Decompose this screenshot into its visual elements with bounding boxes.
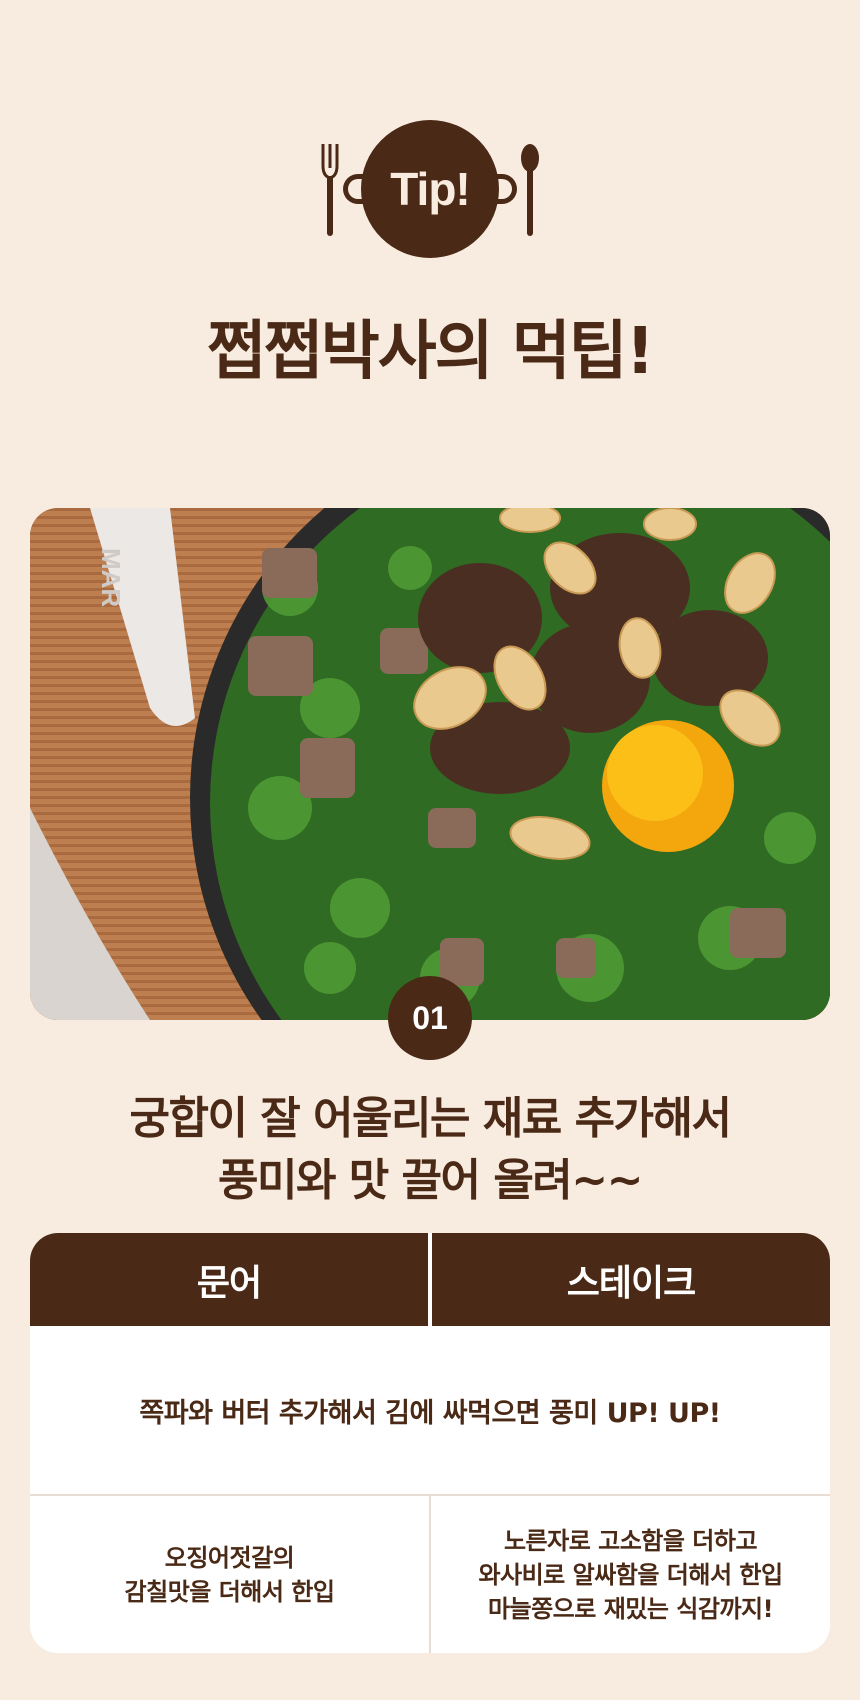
tip-subtitle-line-2: 풍미와 맛 끌어 올려~~	[217, 1155, 644, 1206]
header-octopus: 문어	[196, 1262, 262, 1304]
pan-brand-text: MAR	[96, 548, 126, 607]
octopus-cell-line: 오징어젓갈의	[164, 1543, 295, 1572]
header-steak: 스테이크	[566, 1262, 696, 1304]
octopus-cell: 오징어젓갈의 감칠맛을 더해서 한입	[30, 1496, 429, 1653]
octopus-cell-line: 감칠맛을 더해서 한입	[124, 1577, 335, 1606]
spoon-icon	[521, 144, 539, 236]
fork-icon	[321, 144, 339, 236]
table-shared-row: 쪽파와 버터 추가해서 김에 싸먹으면 풍미 UP! UP!	[139, 1397, 721, 1429]
steak-cell: 노른자로 고소함을 더하고 와사비로 알싸함을 더해서 한입 마늘쫑으로 재밌는…	[431, 1496, 830, 1653]
tip-subtitle-line-1: 궁합이 잘 어울리는 재료 추가해서	[129, 1093, 733, 1144]
tip-badge: Tip!	[320, 120, 540, 260]
tip-subtitle: 궁합이 잘 어울리는 재료 추가해서 풍미와 맛 끌어 올려~~	[0, 1088, 860, 1212]
steak-cell-line: 마늘쫑으로 재밌는 식감까지!	[487, 1594, 774, 1623]
page-title: 쩝쩝박사의 먹팁!	[207, 315, 655, 389]
tip-badge-label: Tip!	[361, 120, 499, 258]
step-number-badge: 01	[388, 976, 472, 1060]
tip-table: 문어 스테이크 쪽파와 버터 추가해서 김에 싸먹으면 풍미 UP! UP! 오…	[30, 1233, 830, 1653]
table-header: 문어 스테이크	[30, 1233, 830, 1326]
food-photo-illustration: MAR	[30, 508, 830, 1020]
food-photo: MAR	[30, 508, 830, 1020]
steak-cell-line: 노른자로 고소함을 더하고	[503, 1526, 758, 1555]
steak-cell-line: 와사비로 알싸함을 더해서 한입	[478, 1560, 783, 1589]
